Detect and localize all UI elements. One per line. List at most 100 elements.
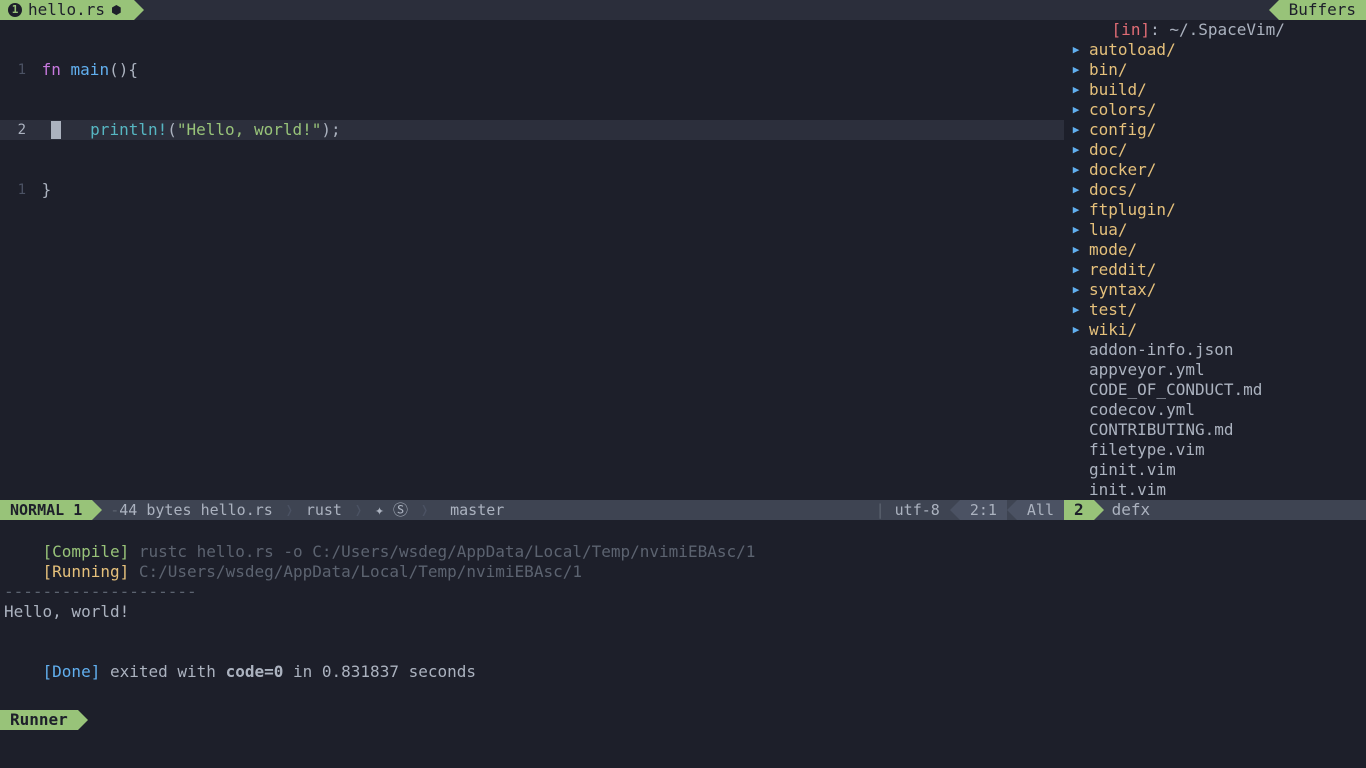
folder-collapsed-icon: ▶ [1069, 240, 1083, 260]
tree-header: [in]: ~/.SpaceVim/ [1065, 20, 1366, 40]
tree-file-item[interactable]: codecov.yml [1065, 400, 1366, 420]
paren-open: ( [167, 120, 177, 140]
paren-close-semi: ); [321, 120, 340, 140]
gutter-line-2: 2 [0, 120, 32, 140]
tab-number-badge: 1 [8, 3, 22, 17]
tree-dir-item[interactable]: ▶ autoload/ [1065, 40, 1366, 60]
compile-tag: [Compile] [43, 542, 130, 561]
tree-dir-name: syntax/ [1089, 280, 1156, 300]
tree-dir-item[interactable]: ▶ colors/ [1065, 100, 1366, 120]
tree-dir-item[interactable]: ▶ ftplugin/ [1065, 200, 1366, 220]
tree-file-item[interactable]: init.vim [1065, 480, 1366, 500]
folder-collapsed-icon: ▶ [1069, 180, 1083, 200]
tree-in-label: [in] [1112, 20, 1151, 39]
gutter-line-3: 1 [0, 180, 32, 200]
tree-dir-item[interactable]: ▶ lua/ [1065, 220, 1366, 240]
tree-dir-item[interactable]: ▶docs/ [1065, 180, 1366, 200]
macro-println: println! [90, 120, 167, 140]
tree-file-item[interactable]: appveyor.yml [1065, 360, 1366, 380]
folder-collapsed-icon: ▶ [1069, 300, 1083, 320]
tree-file-name: CODE_OF_CONDUCT.md [1069, 380, 1262, 400]
tree-dir-item[interactable]: ▶ bin/ [1065, 60, 1366, 80]
folder-collapsed-icon: ▶ [1069, 220, 1083, 240]
defx-window-number: 2 [1064, 500, 1094, 520]
runner-separator: -------------------- [4, 582, 1362, 602]
folder-collapsed-icon: ▶ [1069, 80, 1083, 100]
separator-icon: ❭ [418, 500, 431, 520]
keyword-fn: fn [42, 60, 61, 80]
tree-file-item[interactable]: addon-info.json [1065, 340, 1366, 360]
tree-dir-item[interactable]: ▶ docker/ [1065, 160, 1366, 180]
punct: (){ [109, 60, 138, 80]
tree-file-item[interactable]: CONTRIBUTING.md [1065, 420, 1366, 440]
tree-dir-name: docker/ [1089, 160, 1156, 180]
tree-dir-item[interactable]: ▶ wiki/ [1065, 320, 1366, 340]
tree-dir-name: wiki/ [1089, 320, 1137, 340]
tree-dir-name: lua/ [1089, 220, 1128, 240]
tree-file-name: init.vim [1069, 480, 1166, 500]
code-editor[interactable]: 1 fn main (){ 2 println! ( "Hello, world… [0, 20, 1064, 500]
folder-collapsed-icon: ▶ [1069, 320, 1083, 340]
mode-indicator: NORMAL 1 [0, 500, 92, 520]
modified-icon: ⬢ [111, 0, 121, 20]
string-hello: "Hello, world!" [177, 120, 322, 140]
runner-tab[interactable]: Runner [0, 710, 78, 730]
tree-file-name: ginit.vim [1069, 460, 1176, 480]
status-os-icon [856, 500, 876, 520]
tree-dir-name: test/ [1089, 300, 1137, 320]
folder-collapsed-icon: ▶ [1069, 140, 1083, 160]
tree-dir-name: reddit/ [1089, 260, 1156, 280]
tree-file-item[interactable]: CODE_OF_CONDUCT.md [1065, 380, 1366, 400]
tree-dir-item[interactable]: ▶mode/ [1065, 240, 1366, 260]
tree-file-name: codecov.yml [1069, 400, 1195, 420]
tree-file-name: filetype.vim [1069, 440, 1205, 460]
folder-collapsed-icon: ▶ [1069, 280, 1083, 300]
done-text-post: in 0.831837 seconds [283, 662, 476, 681]
buffers-label[interactable]: Buffers [1279, 0, 1366, 20]
folder-collapsed-icon: ▶ [1069, 100, 1083, 120]
tree-dir-name: doc/ [1089, 140, 1128, 160]
tree-dir-item[interactable]: ▶ test/ [1065, 300, 1366, 320]
running-command: C:/Users/wsdeg/AppData/Local/Temp/nvimiE… [129, 562, 582, 581]
tree-dir-item[interactable]: ▶ syntax/ [1065, 280, 1366, 300]
tree-dir-item[interactable]: ▶ reddit/ [1065, 260, 1366, 280]
program-output: Hello, world! [4, 602, 1362, 622]
tree-dir-name: config/ [1089, 120, 1156, 140]
tree-dir-name: autoload/ [1089, 40, 1176, 60]
tree-dir-item[interactable]: ▶ doc/ [1065, 140, 1366, 160]
status-filetype: rust [296, 500, 352, 520]
tree-file-item[interactable]: ginit.vim [1065, 460, 1366, 480]
folder-collapsed-icon: ▶ [1069, 200, 1083, 220]
folder-collapsed-icon: ▶ [1069, 60, 1083, 80]
tree-dir-name: ftplugin/ [1089, 200, 1176, 220]
tab-filename: hello.rs [28, 0, 105, 20]
running-tag: [Running] [43, 562, 130, 581]
folder-collapsed-icon: ▶ [1069, 160, 1083, 180]
command-line[interactable] [0, 732, 1366, 768]
tab-bar: 1 hello.rs ⬢ Buffers [0, 0, 1366, 20]
tree-file-name: addon-info.json [1069, 340, 1234, 360]
tree-file-item[interactable]: filetype.vim [1065, 440, 1366, 460]
tree-dir-name: bin/ [1089, 60, 1128, 80]
status-cursor-pos: 2:1 [960, 500, 1007, 520]
folder-collapsed-icon: ▶ [1069, 120, 1083, 140]
tree-dir-item[interactable]: ▶ config/ [1065, 120, 1366, 140]
folder-collapsed-icon: ▶ [1069, 260, 1083, 280]
runner-output[interactable]: [Compile] rustc hello.rs -o C:/Users/wsd… [0, 520, 1366, 768]
folder-collapsed-icon: ▶ [1069, 40, 1083, 60]
gutter-line-1: 1 [0, 60, 32, 80]
cursor [51, 121, 61, 139]
tree-dir-name: colors/ [1089, 100, 1156, 120]
status-branch: master [431, 500, 514, 520]
fn-name-main: main [61, 60, 109, 80]
tab-hello-rs[interactable]: 1 hello.rs ⬢ [0, 0, 134, 20]
tree-dir-name: build/ [1089, 80, 1147, 100]
tree-file-name: CONTRIBUTING.md [1069, 420, 1234, 440]
tree-dir-item[interactable]: ▶ build/ [1065, 80, 1366, 100]
status-encoding: utf-8 [885, 500, 950, 520]
exit-code: code=0 [226, 662, 284, 681]
compile-command: rustc hello.rs -o C:/Users/wsdeg/AppData… [129, 542, 755, 561]
tree-file-name: appveyor.yml [1069, 360, 1205, 380]
separator-icon: ❭ [283, 500, 296, 520]
status-scroll-percent: All [1017, 500, 1064, 520]
